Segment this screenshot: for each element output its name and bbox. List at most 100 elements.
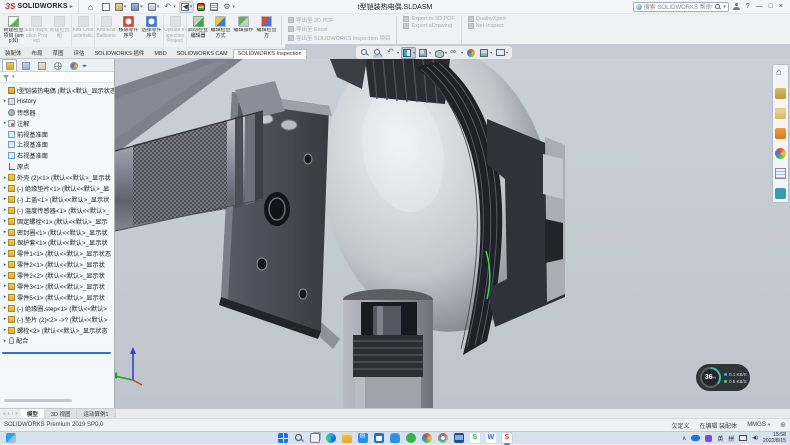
export-menu-item[interactable]: Net-Inspect: [468, 23, 506, 29]
tree-end-bar[interactable]: [2, 352, 111, 354]
taskbar-app-icon[interactable]: [294, 433, 304, 443]
expand-arrow-icon[interactable]: ▸: [2, 338, 8, 344]
ribbon-tab[interactable]: MBD: [149, 49, 171, 58]
dropdown-caret-icon[interactable]: ▾: [445, 50, 447, 55]
ribbon-button[interactable]: Edit Inspection Project: [25, 15, 48, 47]
ribbon-tab[interactable]: 布局: [27, 47, 48, 58]
ribbon-button[interactable]: 启动检查编辑器: [186, 15, 209, 47]
heads-up-button[interactable]: ▾: [359, 47, 371, 59]
next-tab-icon[interactable]: ›: [11, 411, 13, 417]
ribbon-tab[interactable]: 评估: [69, 47, 90, 58]
tree-item[interactable]: ▸ 前视基准面: [2, 129, 114, 140]
document-tab[interactable]: 运动算例1: [77, 409, 115, 418]
dropdown-caret-icon[interactable]: ▾: [397, 50, 399, 55]
dropdown-caret-icon[interactable]: ▾: [413, 50, 415, 55]
search-icon[interactable]: [715, 4, 721, 10]
tree-item[interactable]: ▸ 固定螺栓<1> (默认<<默认>_显示: [2, 216, 114, 227]
tree-item[interactable]: ▸ (-) 绝缘垫片<1> (默认<<默认>_显: [2, 183, 114, 194]
tray-chevron-icon[interactable]: [682, 435, 686, 442]
3d-model[interactable]: [115, 59, 790, 408]
tree-item[interactable]: ▸ History: [2, 96, 114, 107]
dropdown-caret-icon[interactable]: ▾: [157, 4, 160, 10]
task-pane-icon[interactable]: [775, 168, 786, 179]
taskbar-app-icon[interactable]: [422, 433, 432, 443]
ribbon-button[interactable]: 新建检查组: [48, 15, 71, 47]
feature-panel-tab[interactable]: [18, 59, 33, 71]
ribbon-button[interactable]: 编辑检查方: [255, 15, 278, 47]
ribbon-button[interactable]: 编辑操作: [232, 15, 255, 47]
dropdown-caret-icon[interactable]: ▾: [461, 50, 463, 55]
tree-item[interactable]: ▸ 零件1<1> (默认<<默认>_显示状态: [2, 248, 114, 259]
tree-item[interactable]: ▸ 注解: [2, 118, 114, 129]
widgets-icon[interactable]: [6, 433, 16, 443]
task-pane-icon[interactable]: [775, 188, 786, 199]
tree-item[interactable]: ▸ 零件5<1> (默认<<默认>_显示状: [2, 292, 114, 303]
dropdown-caret-icon[interactable]: ▾: [124, 4, 127, 10]
taskbar-app-icon[interactable]: [374, 433, 384, 443]
display-icon[interactable]: [739, 435, 747, 441]
feature-panel-tab[interactable]: [82, 59, 92, 71]
tree-item[interactable]: ▸ 上视基准面: [2, 139, 114, 150]
taskbar-app-icon[interactable]: [454, 433, 464, 443]
quick-access-button[interactable]: ▾: [147, 2, 161, 12]
ribbon-button[interactable]: 编辑检查方式: [209, 15, 232, 47]
ime-language[interactable]: 英: [717, 434, 723, 443]
dropdown-caret-icon[interactable]: ▾: [140, 4, 143, 10]
tree-item[interactable]: ▸ 传感器: [2, 107, 114, 118]
export-menu-item[interactable]: Export eDrawing: [403, 23, 454, 29]
dropdown-caret-icon[interactable]: ▾: [232, 4, 235, 10]
ribbon-button[interactable]: 选择零件序号: [140, 15, 163, 47]
ribbon-button[interactable]: Update Inspection Project: [163, 15, 186, 47]
close-button[interactable]: ×: [779, 3, 783, 10]
first-tab-icon[interactable]: «: [3, 411, 6, 417]
export-menu-item[interactable]: 导出至 Excel: [288, 25, 390, 33]
dropdown-caret-icon[interactable]: ▾: [429, 50, 431, 55]
tree-filter-row[interactable]: ▾: [0, 72, 114, 83]
task-pane-icon[interactable]: [775, 108, 786, 119]
taskbar-app-icon[interactable]: [390, 433, 400, 443]
export-menu-item[interactable]: Export to 3D PDF: [403, 16, 454, 22]
tray-clock[interactable]: 15:58 2022/8/15: [763, 432, 786, 444]
quick-access-button[interactable]: ▾: [163, 2, 177, 12]
minimize-button[interactable]: —: [756, 3, 763, 10]
taskbar-app-icon[interactable]: [470, 433, 480, 443]
tree-item[interactable]: ▸ 零件2<1> (默认<<默认>_显示状: [2, 259, 114, 270]
filter-caret-icon[interactable]: ▾: [12, 74, 15, 80]
dropdown-caret-icon[interactable]: ▾: [506, 50, 508, 55]
export-menu-item[interactable]: 导出至 2D PDF: [288, 16, 390, 24]
taskbar-app-icon[interactable]: [438, 433, 448, 443]
feature-panel-tab[interactable]: [50, 59, 65, 71]
tree-item[interactable]: ▸ 配合: [2, 335, 114, 346]
feature-panel-tab[interactable]: [34, 59, 49, 71]
taskbar-app-icon[interactable]: [358, 433, 368, 443]
prev-tab-icon[interactable]: ‹: [8, 411, 10, 417]
taskbar-app-icon[interactable]: [342, 433, 352, 443]
ime-mode[interactable]: 拼: [728, 434, 734, 443]
tree-item[interactable]: ▸ 零件3<1> (默认<<默认>_显示状: [2, 281, 114, 292]
tree-horizontal-scrollbar[interactable]: [4, 399, 72, 402]
taskbar-app-icon[interactable]: [326, 433, 336, 443]
taskbar-app-icon[interactable]: [278, 433, 288, 443]
quick-access-button[interactable]: ▾: [180, 2, 194, 12]
taskbar-app-icon[interactable]: [406, 433, 416, 443]
quick-access-button[interactable]: ▾: [222, 2, 236, 12]
quick-access-button[interactable]: ▾: [114, 2, 128, 12]
tree-item[interactable]: ▸ 保护套<1> (默认<<默认>_显示状: [2, 237, 114, 248]
taskbar-app-icon[interactable]: [502, 433, 512, 443]
document-tab[interactable]: 3D 视图: [45, 409, 78, 418]
feature-panel-tab[interactable]: [2, 59, 17, 71]
heads-up-button[interactable]: ▾: [401, 47, 416, 59]
security-icon[interactable]: [705, 435, 712, 442]
heads-up-button[interactable]: ▾: [449, 47, 464, 59]
tree-item[interactable]: ▸ (-) 温度传感器<1> (默认<<默认>_: [2, 205, 114, 216]
ribbon-button[interactable]: Add Characteristic: [71, 15, 94, 47]
tree-item[interactable]: ▸ 外壳 (2)<1> (默认<<默认>_显示状: [2, 172, 114, 183]
tree-item[interactable]: ▸ 零件2<2> (默认<<默认>_显示状: [2, 270, 114, 281]
logo-flyout-arrow[interactable]: ▸: [70, 3, 73, 10]
units-selector[interactable]: MMGS▾: [747, 422, 770, 428]
tree-item[interactable]: ▸ t型铠装热电偶 (默认<默认_显示状态-1: [2, 85, 114, 96]
taskbar-app-icon[interactable]: [310, 433, 320, 443]
export-menu-item[interactable]: QualityXpert: [468, 16, 506, 22]
ribbon-button[interactable]: Add/Edit Balloons: [94, 15, 117, 47]
ribbon-tab[interactable]: SOLIDWORKS CAM: [172, 49, 233, 58]
